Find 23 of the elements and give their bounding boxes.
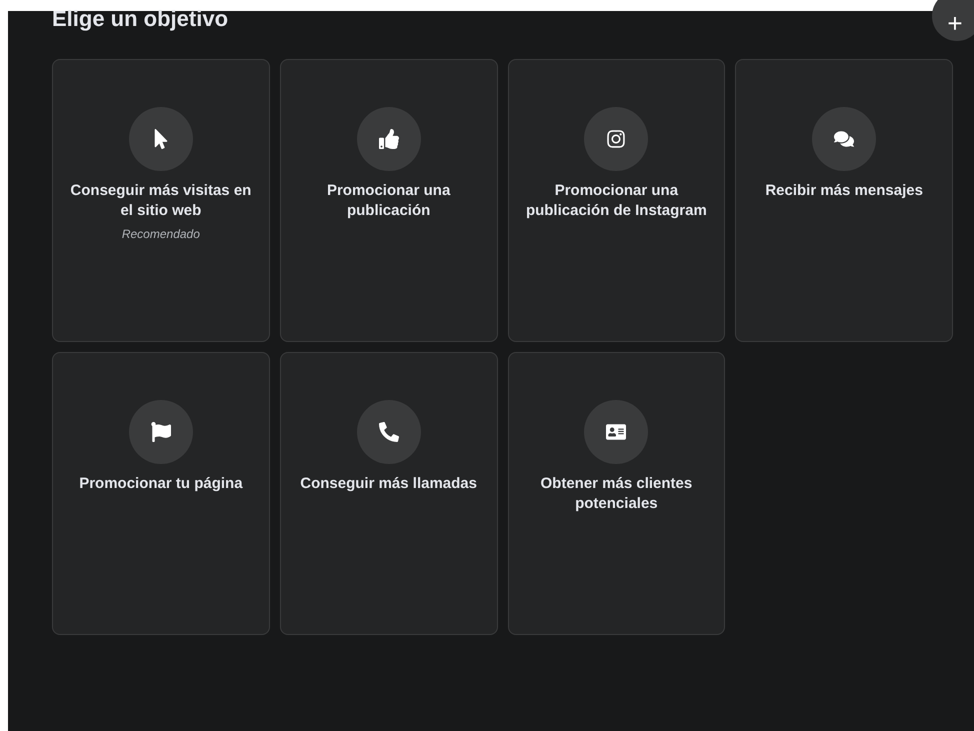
objective-card[interactable]: Promocionar una publicación de Instagram	[508, 59, 726, 342]
contact-card-icon	[606, 422, 626, 442]
objective-label: Recibir más mensajes	[765, 181, 923, 201]
flag-icon	[150, 422, 171, 442]
objective-card[interactable]: Obtener más clientes potenciales	[508, 352, 726, 635]
phone-icon	[378, 422, 399, 442]
recommended-note: Recomendado	[122, 226, 200, 243]
objective-label: Promocionar una publicación	[326, 181, 452, 221]
objective-card[interactable]: Promocionar tu página	[52, 352, 270, 635]
page-title: Elige un objetivo	[52, 7, 228, 31]
objective-label: Promocionar tu página	[79, 474, 243, 494]
objective-card[interactable]: Conseguir más visitas en el sitio web Recomendado	[52, 59, 270, 342]
objective-label: Promocionar una publicación de Instagram	[524, 181, 708, 221]
objective-card[interactable]: Conseguir más llamadas	[280, 352, 498, 635]
thumbs-up-icon	[378, 129, 399, 149]
objective-label: Conseguir más llamadas	[300, 474, 477, 494]
objective-card[interactable]: Promocionar una publicación	[280, 59, 498, 342]
objective-card[interactable]: Recibir más mensajes	[735, 59, 953, 342]
chat-bubbles-icon	[834, 129, 854, 149]
objective-label: Conseguir más visitas en el sitio web	[69, 181, 252, 221]
objective-label: Obtener más clientes potenciales	[540, 474, 694, 514]
add-button[interactable]: +	[932, 0, 974, 41]
instagram-icon	[606, 129, 626, 149]
